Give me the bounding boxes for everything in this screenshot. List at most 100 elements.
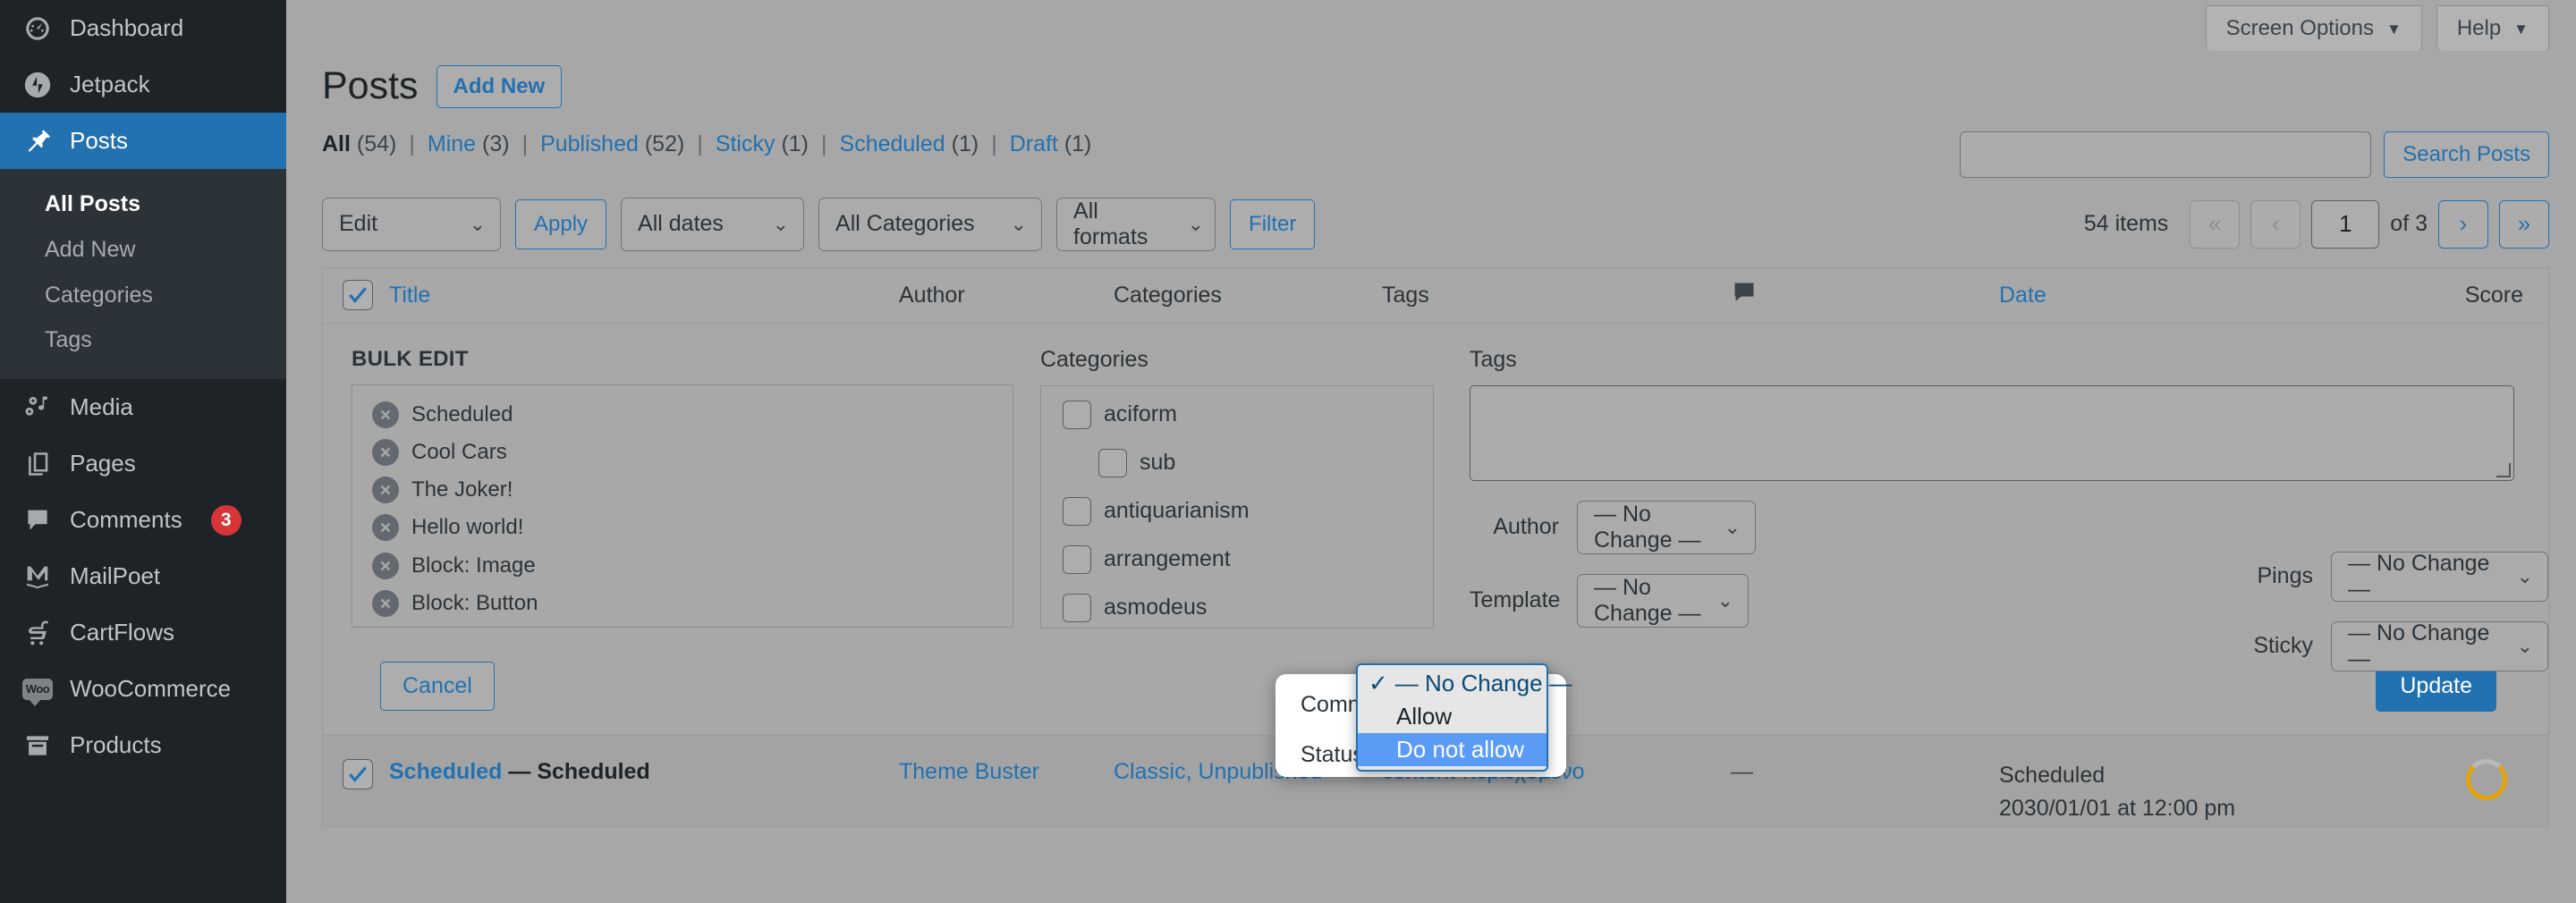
status-link-label[interactable]: Mine	[428, 131, 476, 156]
first-page-button[interactable]: «	[2190, 199, 2241, 249]
last-page-button[interactable]: »	[2499, 199, 2549, 249]
categories-checklist: aciform sub antiquarianism arrangement a…	[1040, 384, 1434, 629]
separator: |	[521, 131, 529, 156]
category-checkbox[interactable]	[1063, 400, 1091, 429]
sidebar-subitem-tags[interactable]: Tags	[0, 317, 286, 363]
select-all-checkbox[interactable]	[343, 280, 373, 311]
category-item[interactable]: sub	[1063, 448, 1433, 477]
row-select-checkbox[interactable]	[343, 758, 373, 789]
screen-options-button[interactable]: Screen Options ▼	[2205, 5, 2422, 51]
sidebar-item-products[interactable]: Products	[0, 717, 286, 773]
sidebar-subitem-categories[interactable]: Categories	[0, 273, 286, 318]
status-link-label[interactable]: Scheduled	[840, 131, 945, 156]
mailpoet-icon	[21, 561, 54, 593]
sidebar-item-mailpoet[interactable]: MailPoet	[0, 548, 286, 604]
sidebar-item-posts[interactable]: Posts	[0, 113, 286, 169]
row-comments-cell: —	[1731, 758, 1753, 784]
status-link-sticky[interactable]: Sticky (1)	[716, 131, 809, 157]
comments-select-options[interactable]: ✓ — No Change — Allow Do not allow	[1356, 662, 1572, 772]
status-filter-links: All (54) | Mine (3) | Published (52) | S…	[322, 131, 1091, 157]
column-header-date-label[interactable]: Date	[1999, 283, 2046, 308]
template-label: Template	[1470, 587, 1561, 613]
pagination: 54 items « ‹ 1 of 3 › »	[2084, 199, 2549, 249]
help-button[interactable]: Help ▼	[2436, 5, 2549, 51]
date-filter-select[interactable]: All dates ⌄	[621, 197, 805, 251]
pings-select[interactable]: — No Change — ⌄	[2331, 551, 2548, 602]
chevron-down-icon: ⌄	[1010, 212, 1028, 235]
add-new-button[interactable]: Add New	[436, 64, 563, 108]
category-item[interactable]: antiquarianism	[1063, 496, 1433, 526]
filter-button[interactable]: Filter	[1230, 198, 1316, 249]
sidebar-item-jetpack[interactable]: Jetpack	[0, 56, 286, 113]
status-link-count: (3)	[482, 131, 510, 156]
row-author-link[interactable]: Theme Buster	[899, 759, 1039, 784]
chevron-down-icon: ⌄	[1716, 588, 1733, 612]
category-label: sub	[1140, 450, 1176, 476]
next-page-button[interactable]: ›	[2438, 199, 2488, 249]
column-header-title-label[interactable]: Title	[389, 283, 430, 308]
sidebar-item-media[interactable]: Media	[0, 379, 286, 435]
status-link-label[interactable]: Published	[540, 131, 639, 156]
sidebar-item-dashboard[interactable]: Dashboard	[0, 0, 286, 56]
category-item[interactable]: asmodeus	[1063, 593, 1433, 622]
column-header-tags: Tags	[1382, 282, 1429, 308]
sidebar-subitem-all-posts[interactable]: All Posts	[0, 181, 286, 227]
comments-option-no-change[interactable]: ✓ — No Change —	[1358, 667, 1572, 700]
category-filter-select[interactable]: All Categories ⌄	[818, 197, 1043, 251]
category-checkbox[interactable]	[1098, 448, 1127, 477]
remove-icon[interactable]	[372, 589, 399, 617]
row-score-cell	[2294, 758, 2548, 800]
category-item[interactable]: aciform	[1063, 400, 1433, 429]
status-link-all[interactable]: All (54)	[322, 131, 396, 157]
remove-icon[interactable]	[372, 401, 399, 428]
category-checkbox[interactable]	[1063, 593, 1091, 622]
status-link-count: (54)	[356, 131, 397, 156]
apply-button[interactable]: Apply	[515, 198, 607, 249]
remove-icon[interactable]	[372, 477, 399, 504]
sticky-select[interactable]: — No Change — ⌄	[2331, 620, 2548, 671]
sidebar-subitem-label: Add New	[45, 236, 136, 262]
status-link-draft[interactable]: Draft (1)	[1010, 131, 1092, 157]
row-date-cell: Scheduled 2030/01/01 at 12:00 pm	[1999, 759, 2294, 826]
sidebar-item-cartflows[interactable]: CartFlows	[0, 604, 286, 661]
sidebar-item-woocommerce[interactable]: Woo WooCommerce	[0, 661, 286, 717]
format-filter-select[interactable]: All formats ⌄	[1056, 197, 1216, 251]
separator: |	[821, 131, 827, 156]
status-link-published[interactable]: Published (52)	[540, 131, 684, 157]
column-header-date[interactable]: Date	[1999, 283, 2294, 308]
sidebar-item-label: Comments	[70, 506, 182, 533]
category-checkbox[interactable]	[1063, 544, 1091, 574]
bulk-action-select[interactable]: Edit ⌄	[322, 197, 501, 251]
cancel-button[interactable]: Cancel	[380, 661, 495, 711]
author-select[interactable]: — No Change — ⌄	[1577, 500, 1756, 554]
remove-icon[interactable]	[372, 552, 399, 579]
remove-icon[interactable]	[372, 438, 399, 466]
sidebar-item-comments[interactable]: Comments 3	[0, 492, 286, 548]
current-page-input[interactable]: 1	[2311, 199, 2380, 249]
template-select[interactable]: — No Change — ⌄	[1577, 573, 1749, 628]
sidebar-subitem-add-new[interactable]: Add New	[0, 227, 286, 273]
tags-textarea[interactable]	[1470, 384, 2514, 481]
dashboard-icon	[21, 13, 54, 45]
separator: |	[991, 131, 997, 156]
sidebar-item-pages[interactable]: Pages	[0, 435, 286, 492]
remove-icon[interactable]	[372, 514, 399, 542]
status-link-count: (52)	[644, 131, 685, 156]
status-link-mine[interactable]: Mine (3)	[428, 131, 510, 157]
column-header-title[interactable]: Title	[373, 283, 899, 308]
comments-option-allow[interactable]: Allow	[1358, 700, 1546, 733]
category-item[interactable]: arrangement	[1063, 544, 1433, 574]
category-checkbox[interactable]	[1063, 496, 1091, 526]
row-title-link[interactable]: Scheduled	[389, 759, 502, 784]
sticky-value: — No Change —	[2348, 620, 2490, 671]
bulk-edit-heading: BULK EDIT	[352, 346, 469, 371]
status-link-label[interactable]: Sticky	[716, 131, 775, 156]
prev-page-button[interactable]: ‹	[2250, 199, 2301, 249]
status-link-label[interactable]: Draft	[1010, 131, 1058, 156]
comments-option-do-not-allow[interactable]: Do not allow	[1358, 732, 1546, 766]
bulk-edit-fields-column: Tags Author — No Change — ⌄ Template — N…	[1275, 347, 2548, 777]
status-link-scheduled[interactable]: Scheduled (1)	[840, 131, 979, 157]
search-input[interactable]	[1960, 131, 2372, 178]
search-posts-button[interactable]: Search Posts	[2384, 131, 2549, 178]
help-label: Help	[2456, 16, 2502, 40]
